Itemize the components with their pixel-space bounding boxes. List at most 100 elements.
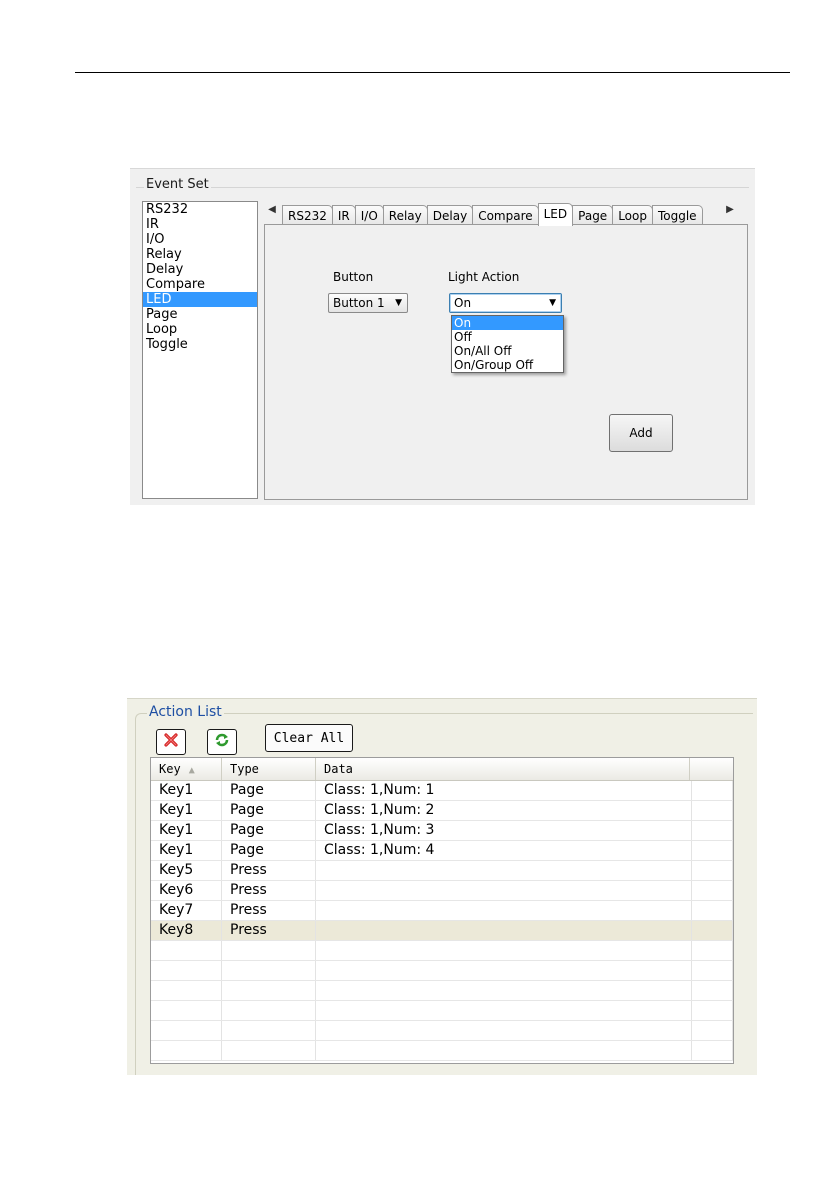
tab-led[interactable]: LED [537, 203, 574, 226]
cell-filler [692, 841, 733, 860]
cell-filler [692, 901, 733, 920]
delete-button[interactable] [156, 729, 186, 755]
light-action-value: On [454, 296, 472, 310]
cell-filler [692, 861, 733, 880]
event-list-item[interactable]: Relay [143, 247, 257, 262]
dropdown-option[interactable]: On [452, 316, 563, 330]
event-type-list[interactable]: RS232 IR I/O Relay Delay Compare LED Page Loop To… [142, 201, 258, 499]
cell-key [151, 1001, 222, 1020]
cell-key: Key1 [151, 841, 222, 860]
column-data-label: Data [324, 762, 353, 776]
button-select-value: Button 1 [333, 296, 385, 310]
event-list-item[interactable]: Page [143, 307, 257, 322]
chevron-down-icon: ▼ [395, 298, 402, 308]
event-list-item[interactable]: IR [143, 217, 257, 232]
add-button[interactable]: Add [609, 414, 673, 452]
event-list-item[interactable]: Toggle [143, 337, 257, 352]
cell-type [222, 961, 316, 980]
cell-key: Key1 [151, 801, 222, 820]
cell-filler [692, 961, 733, 980]
tab-relay[interactable]: Relay [382, 205, 428, 225]
event-list-item[interactable]: I/O [143, 232, 257, 247]
cell-data: Class: 1,Num: 2 [316, 801, 692, 820]
event-list-item[interactable]: Delay [143, 262, 257, 277]
tab-rs232[interactable]: RS232 [282, 205, 333, 225]
button-select[interactable]: Button 1 ▼ [328, 293, 408, 313]
cell-key [151, 1041, 222, 1060]
event-list-item[interactable]: LED [143, 292, 257, 307]
tab-scroll-right-icon[interactable]: ▶ [724, 204, 736, 215]
column-key-label: Key [159, 762, 181, 776]
button-label: Button [333, 270, 374, 284]
cell-key: Key8 [151, 921, 222, 940]
cell-type: Page [222, 781, 316, 800]
led-tab-panel: Button Button 1 ▼ Light Action On ▼ On Of… [264, 224, 748, 500]
table-row[interactable] [151, 941, 733, 961]
tab-loop[interactable]: Loop [612, 205, 653, 225]
cell-data [316, 921, 692, 940]
cell-type: Page [222, 801, 316, 820]
dropdown-option[interactable]: On/Group Off [452, 358, 563, 372]
cell-data [316, 881, 692, 900]
event-set-panel: Event Set RS232 IR I/O Relay Delay Compare LED… [130, 168, 755, 505]
table-row[interactable] [151, 981, 733, 1001]
table-row[interactable] [151, 961, 733, 981]
tab-toggle[interactable]: Toggle [651, 205, 703, 225]
cell-key: Key1 [151, 821, 222, 840]
table-row[interactable]: Key8 Press [151, 921, 733, 941]
delete-x-icon [163, 732, 179, 752]
table-row[interactable]: Key1 Page Class: 1,Num: 3 [151, 821, 733, 841]
cell-key: Key6 [151, 881, 222, 900]
cell-data: Class: 1,Num: 1 [316, 781, 692, 800]
clear-all-button[interactable]: Clear All [265, 724, 353, 752]
cell-key: Key1 [151, 781, 222, 800]
table-row[interactable] [151, 1021, 733, 1041]
tab-page[interactable]: Page [572, 205, 614, 225]
light-action-dropdown: On Off On/All Off On/Group Off [451, 315, 564, 373]
cell-filler [692, 921, 733, 940]
tab-scroll-left-icon[interactable]: ◀ [266, 204, 278, 215]
event-list-item[interactable]: Compare [143, 277, 257, 292]
cell-data [316, 1001, 692, 1020]
event-list-item[interactable]: Loop [143, 322, 257, 337]
table-row[interactable]: Key5 Press [151, 861, 733, 881]
table-row[interactable]: Key7 Press [151, 901, 733, 921]
table-body: Key1 Page Class: 1,Num: 1 Key1 Page Class: 1,… [151, 781, 733, 1061]
action-table[interactable]: Key ▲ Type Data Key1 Page Class: 1,Num: 1 Ke… [150, 757, 734, 1064]
table-row[interactable] [151, 1041, 733, 1061]
tab-ir[interactable]: IR [331, 205, 356, 225]
cell-filler [692, 781, 733, 800]
column-header-data[interactable]: Data [316, 758, 690, 780]
table-row[interactable]: Key1 Page Class: 1,Num: 4 [151, 841, 733, 861]
tab-i-o[interactable]: I/O [354, 205, 384, 225]
refresh-button[interactable] [207, 729, 237, 755]
tab-compare[interactable]: Compare [472, 205, 539, 225]
cell-data [316, 941, 692, 960]
sort-ascending-icon: ▲ [188, 765, 195, 776]
chevron-down-icon: ▼ [549, 298, 556, 308]
event-set-title: Event Set [144, 177, 211, 192]
cell-data [316, 961, 692, 980]
cell-filler [692, 941, 733, 960]
cell-key [151, 941, 222, 960]
cell-data: Class: 1,Num: 3 [316, 821, 692, 840]
tab-delay[interactable]: Delay [426, 205, 474, 225]
column-type-label: Type [230, 762, 259, 776]
event-list-item[interactable]: RS232 [143, 202, 257, 217]
cell-type [222, 1041, 316, 1060]
light-action-select[interactable]: On ▼ [449, 293, 562, 313]
table-row[interactable]: Key1 Page Class: 1,Num: 2 [151, 801, 733, 821]
column-header-key[interactable]: Key ▲ [151, 758, 222, 780]
column-header-type[interactable]: Type [222, 758, 316, 780]
cell-key [151, 981, 222, 1000]
cell-filler [692, 801, 733, 820]
table-row[interactable]: Key1 Page Class: 1,Num: 1 [151, 781, 733, 801]
table-row[interactable]: Key6 Press [151, 881, 733, 901]
table-row[interactable] [151, 1001, 733, 1021]
dropdown-option[interactable]: Off [452, 330, 563, 344]
cell-data [316, 1041, 692, 1060]
cell-type: Press [222, 861, 316, 880]
cell-type [222, 981, 316, 1000]
dropdown-option[interactable]: On/All Off [452, 344, 563, 358]
light-action-label: Light Action [448, 270, 520, 284]
